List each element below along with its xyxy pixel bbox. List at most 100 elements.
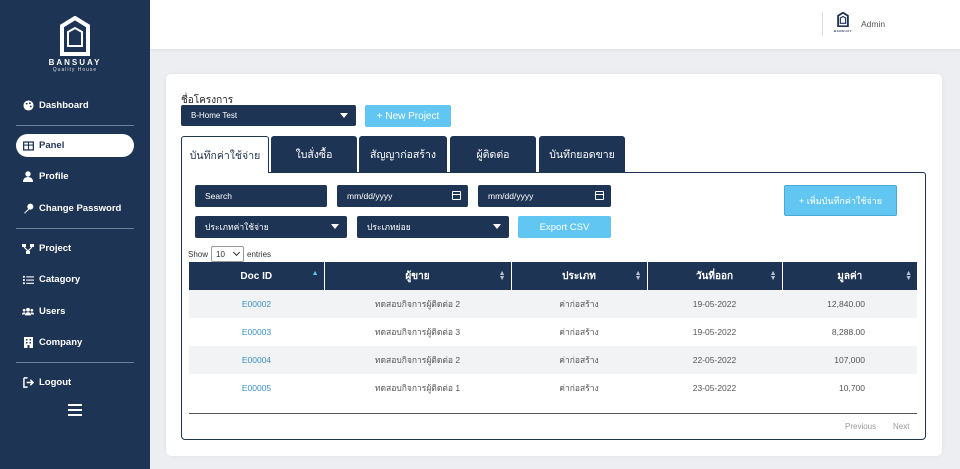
entries-select[interactable]: 10 — [211, 246, 245, 262]
subtype-select[interactable]: ประเภทย่อย — [357, 216, 509, 238]
date-cell: 23-05-2022 — [692, 383, 737, 393]
type-cell: ค่าก่อสร้าง — [559, 327, 599, 337]
sidebar-item-label: Logout — [39, 377, 72, 388]
topbar-logo: BANSUAY — [834, 11, 853, 33]
entries-value: 10 — [216, 249, 225, 259]
column-header-label: ผู้ขาย — [405, 270, 430, 282]
doc-id-link[interactable]: E00003 — [189, 318, 324, 346]
column-header-vendor[interactable]: ผู้ขาย ▲ ▼ — [324, 262, 512, 290]
key-icon — [22, 203, 34, 215]
tab-purchase-orders[interactable]: ใบสั่งซื้อ — [271, 136, 357, 172]
column-header-amount[interactable]: มูลค่า ▲ ▼ — [782, 262, 917, 290]
date-cell: 19-05-2022 — [647, 290, 782, 318]
chevron-down-icon — [232, 248, 241, 257]
topbar-brand: BANSUAY — [834, 29, 853, 33]
column-header-label: มูลค่า — [837, 270, 863, 282]
project-icon — [22, 243, 34, 255]
sidebar-item-catagory[interactable]: Catagory — [16, 268, 134, 291]
house-logo-icon — [60, 16, 90, 56]
building-icon — [22, 337, 34, 349]
column-header-issue-date[interactable]: วันที่ออก ▲ ▼ — [647, 262, 783, 290]
column-header-type[interactable]: ประเภท ▲ ▼ — [511, 262, 648, 290]
amount-cell: 12,840.00 — [782, 290, 917, 318]
list-icon — [22, 274, 34, 286]
add-expense-button[interactable]: + เพิ่มบันทึกค่าใช้จ่าย — [784, 185, 897, 216]
caret-down-icon — [493, 224, 501, 229]
house-logo-icon — [837, 11, 849, 28]
doc-id-link[interactable]: E00005 — [189, 374, 324, 402]
date-cell: 19-05-2022 — [692, 327, 737, 337]
calendar-icon[interactable] — [452, 191, 461, 200]
sidebar: BANSUAY Quality House Dashboard Panel Pr… — [0, 0, 150, 469]
date-from-field[interactable]: mm/dd/yyyy — [337, 185, 468, 207]
sidebar-item-label: Catagory — [39, 274, 81, 285]
amount-cell: 107,000 — [782, 346, 917, 374]
pager-next[interactable]: Next — [893, 422, 909, 431]
pager-previous[interactable]: Previous — [845, 422, 876, 431]
brand-logo: BANSUAY Quality House — [0, 16, 150, 73]
expense-type-select[interactable]: ประเภทค่าใช้จ่าย — [195, 216, 347, 238]
logout-icon — [22, 377, 34, 389]
sidebar-item-panel[interactable]: Panel — [16, 134, 134, 157]
sidebar-item-label: Company — [39, 337, 83, 348]
date-to-value: mm/dd/yyyy — [488, 191, 534, 201]
project-select-value: B-Home Test — [191, 111, 238, 120]
vendor-cell: ทดสอบกิจการผู้ติดต่อ 3 — [374, 327, 461, 337]
sidebar-item-label: Project — [39, 243, 72, 254]
sidebar-item-label: Panel — [39, 140, 65, 151]
sidebar-item-logout[interactable]: Logout — [16, 371, 134, 394]
user-menu[interactable]: Admin — [861, 19, 885, 29]
caret-down-icon — [340, 113, 348, 118]
divider — [16, 228, 134, 229]
search-input[interactable]: Search — [195, 185, 327, 207]
table-row[interactable]: E00003 ทดสอบกิจการผู้ติดต่อ 3 ค่าก่อสร้า… — [189, 318, 917, 346]
sidebar-item-company[interactable]: Company — [16, 331, 134, 354]
date-to-field[interactable]: mm/dd/yyyy — [478, 185, 611, 207]
project-select[interactable]: B-Home Test — [181, 105, 356, 126]
topbar: BANSUAY Admin — [150, 0, 960, 49]
amount-cell: 10,700 — [839, 383, 865, 393]
date-from-value: mm/dd/yyyy — [347, 191, 393, 201]
sidebar-item-profile[interactable]: Profile — [16, 165, 134, 188]
entries-control: Show 10 entries — [188, 246, 271, 262]
brand-tagline: Quality House — [52, 67, 98, 73]
table-row[interactable]: E00005 ทดสอบกิจการผู้ติดต่อ 1 ค่าก่อสร้า… — [189, 374, 917, 402]
column-header-doc-id[interactable]: Doc ID ▲ — [189, 262, 325, 290]
sort-icon: ▲ — [311, 270, 319, 277]
column-header-label: วันที่ออก — [695, 270, 734, 282]
brand-name: BANSUAY — [48, 58, 102, 67]
new-project-button[interactable]: + New Project — [365, 105, 451, 127]
tab-construction-contracts[interactable]: สัญญาก่อสร้าง — [359, 136, 447, 172]
sort-icon: ▲ ▼ — [498, 270, 506, 282]
table-row[interactable]: E00002 ทดสอบกิจการผู้ติดต่อ 2 ค่าก่อสร้า… — [189, 290, 917, 318]
column-header-label: Doc ID — [240, 270, 273, 282]
export-csv-button[interactable]: Export CSV — [518, 216, 611, 238]
table-header-row: Doc ID ▲ ผู้ขาย ▲ ▼ ประเภท ▲ ▼ วันที่ออก ▲ ▼ มู… — [189, 262, 917, 290]
doc-id-link[interactable]: E00004 — [189, 346, 324, 374]
sidebar-item-label: Change Password — [39, 203, 122, 214]
entries-show-label: Show — [188, 249, 209, 259]
sidebar-item-change-password[interactable]: Change Password — [16, 197, 134, 220]
date-cell: 22-05-2022 — [647, 346, 782, 374]
vendor-cell: ทดสอบกิจการผู้ติดต่อ 2 — [324, 290, 511, 318]
tab-contacts[interactable]: ผู้ติดต่อ — [450, 136, 536, 172]
sidebar-item-project[interactable]: Project — [16, 237, 134, 260]
subtype-value: ประเภทย่อย — [367, 222, 411, 232]
vendor-cell: ทดสอบกิจการผู้ติดต่อ 2 — [324, 346, 511, 374]
sidebar-item-users[interactable]: Users — [16, 300, 134, 323]
panel-icon — [22, 140, 34, 152]
user-icon — [22, 171, 34, 183]
tab-sales-records[interactable]: บันทึกยอดขาย — [539, 136, 625, 172]
sort-icon: ▲ ▼ — [634, 270, 642, 282]
type-cell: ค่าก่อสร้าง — [559, 383, 599, 393]
sidebar-item-dashboard[interactable]: Dashboard — [16, 94, 134, 117]
table-row[interactable]: E00004 ทดสอบกิจการผู้ติดต่อ 2 ค่าก่อสร้า… — [189, 346, 917, 374]
entries-suffix-label: entries — [247, 249, 272, 259]
sidebar-item-label: Users — [39, 306, 66, 317]
type-cell: ค่าก่อสร้าง — [511, 290, 647, 318]
menu-toggle-icon[interactable] — [68, 404, 82, 419]
calendar-icon[interactable] — [595, 191, 604, 200]
doc-id-link[interactable]: E00002 — [189, 290, 324, 318]
sort-icon: ▲ ▼ — [769, 270, 777, 282]
tab-expenses[interactable]: บันทึกค่าใช้จ่าย — [181, 136, 269, 173]
